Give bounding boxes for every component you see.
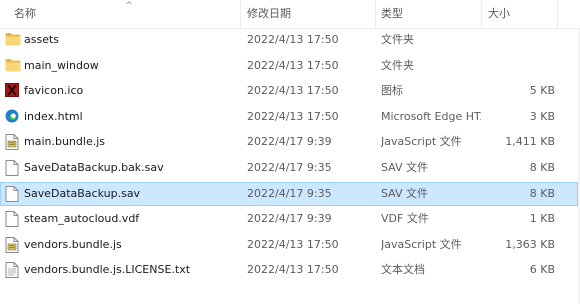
file-type: SAV 文件: [381, 186, 429, 200]
file-size: 6 KB: [529, 263, 555, 277]
file-modified-date: 2022/4/17 9:39: [247, 135, 332, 149]
folder-icon: [5, 32, 21, 48]
file-type: JavaScript 文件: [381, 237, 462, 251]
file-name: favicon.ico: [24, 84, 84, 98]
file-row[interactable]: favicon.ico 2022/4/13 17:50 图标 5 KB: [0, 79, 578, 103]
file-name: main_window: [24, 58, 99, 72]
file-row[interactable]: vendors.bundle.js.LICENSE.txt 2022/4/13 1…: [0, 258, 578, 282]
file-size: 8 KB: [529, 186, 555, 200]
file-size: 1 KB: [529, 212, 555, 226]
file-row[interactable]: main.bundle.js 2022/4/17 9:39 JavaScript 文…: [0, 130, 578, 154]
file-size: 8 KB: [529, 161, 555, 174]
folder-icon: [5, 58, 21, 74]
column-divider[interactable]: [240, 0, 241, 28]
file-modified-date: 2022/4/17 9:39: [247, 212, 332, 226]
file-size: [486, 54, 555, 78]
column-header-name[interactable]: 名称: [14, 0, 36, 28]
file-row[interactable]: main_window 2022/4/13 17:50 文件夹: [0, 54, 578, 78]
file-name: SaveDataBackup.sav: [24, 186, 141, 200]
file-type: 文件夹: [381, 33, 414, 46]
file-modified-date: 2022/4/17 9:35: [247, 161, 332, 174]
file-modified-date: 2022/4/13 17:50: [247, 237, 339, 251]
file-modified-date: 2022/4/13 17:50: [247, 58, 339, 72]
file-name: assets: [24, 33, 60, 46]
file-size: 5 KB: [529, 84, 555, 98]
sort-ascending-icon: ^: [125, 1, 133, 11]
file-type: VDF 文件: [381, 212, 429, 226]
file-name: vendors.bundle.js.LICENSE.txt: [24, 263, 191, 277]
file-icon: [5, 185, 19, 202]
column-header-type[interactable]: 类型: [381, 0, 403, 28]
favicon-icon: [5, 83, 19, 99]
file-name: steam_autocloud.vdf: [24, 212, 140, 226]
column-header-bar: 名称 ^ 修改日期 类型 大小: [0, 0, 580, 29]
file-modified-date: 2022/4/13 17:50: [247, 84, 339, 98]
file-modified-date: 2022/4/13 17:50: [247, 263, 339, 277]
file-type: 文本文档: [381, 263, 425, 277]
file-size: [486, 28, 555, 52]
column-divider[interactable]: [481, 0, 482, 28]
file-row[interactable]: index.html 2022/4/13 17:50 Microsoft Edge …: [0, 105, 578, 129]
file-modified-date: 2022/4/13 17:50: [247, 33, 339, 46]
file-type: 图标: [381, 84, 403, 98]
column-divider[interactable]: [375, 0, 376, 28]
column-header-size[interactable]: 大小: [488, 0, 510, 28]
file-icon: [5, 160, 19, 176]
text-file-icon: [5, 262, 19, 279]
column-header-date[interactable]: 修改日期: [247, 0, 291, 28]
file-size: 3 KB: [529, 109, 555, 123]
js-file-icon: [5, 236, 19, 253]
file-type: Microsoft Edge HT...: [381, 109, 481, 123]
file-name: main.bundle.js: [24, 135, 105, 149]
file-size: 1,363 KB: [505, 237, 555, 251]
file-name: index.html: [24, 109, 83, 123]
file-icon: [5, 211, 19, 228]
file-name: SaveDataBackup.bak.sav: [24, 161, 164, 174]
file-modified-date: 2022/4/17 9:35: [247, 186, 332, 200]
file-name: vendors.bundle.js: [24, 237, 122, 251]
file-row[interactable]: steam_autocloud.vdf 2022/4/17 9:39 VDF 文件 1…: [0, 207, 578, 231]
file-type: 文件夹: [381, 58, 414, 72]
edge-icon: [5, 109, 19, 125]
column-divider[interactable]: [557, 0, 558, 28]
file-row[interactable]: vendors.bundle.js 2022/4/13 17:50 JavaScri…: [0, 233, 578, 257]
js-file-icon: [5, 134, 19, 151]
file-modified-date: 2022/4/13 17:50: [247, 109, 339, 123]
file-row[interactable]: SaveDataBackup.sav 2022/4/17 9:35 SAV 文件 8 …: [0, 181, 578, 206]
file-size: 1,411 KB: [505, 135, 555, 149]
file-type: SAV 文件: [381, 161, 429, 174]
file-type: JavaScript 文件: [381, 135, 462, 149]
file-row[interactable]: assets 2022/4/13 17:50 文件夹: [0, 28, 578, 52]
file-row[interactable]: SaveDataBackup.bak.sav 2022/4/17 9:35 SAV …: [0, 156, 578, 180]
